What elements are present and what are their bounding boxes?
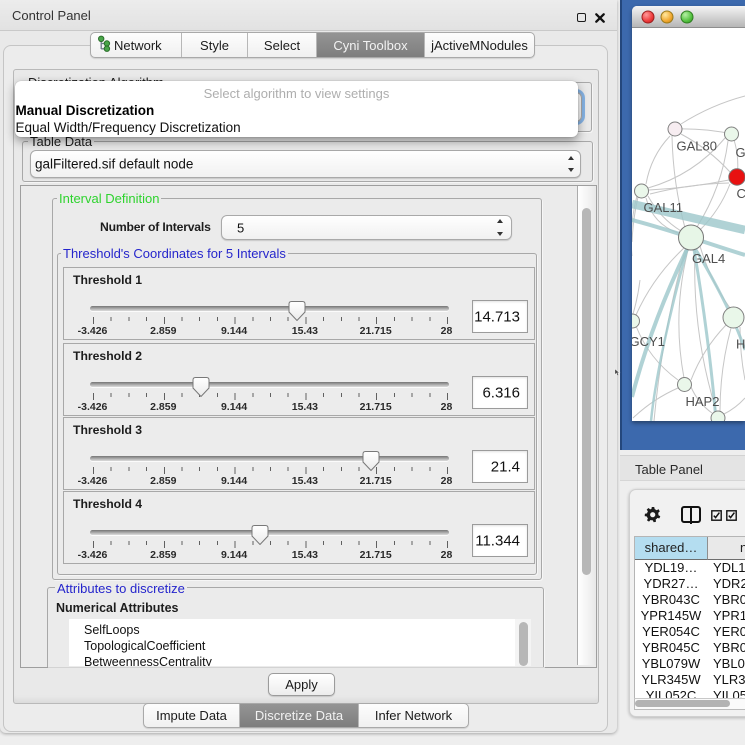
svg-text:GAL11: GAL11	[644, 200, 684, 215]
svg-text:HAP2: HAP2	[686, 394, 720, 409]
svg-text:HIS4: HIS4	[736, 337, 745, 352]
svg-text:GAL4: GAL4	[692, 251, 725, 266]
svg-text:CDC25: CDC25	[737, 186, 745, 201]
svg-text:GAL80: GAL80	[677, 139, 717, 154]
svg-text:GCY1: GCY1	[632, 334, 665, 349]
svg-text:GAL3: GAL3	[736, 145, 745, 160]
